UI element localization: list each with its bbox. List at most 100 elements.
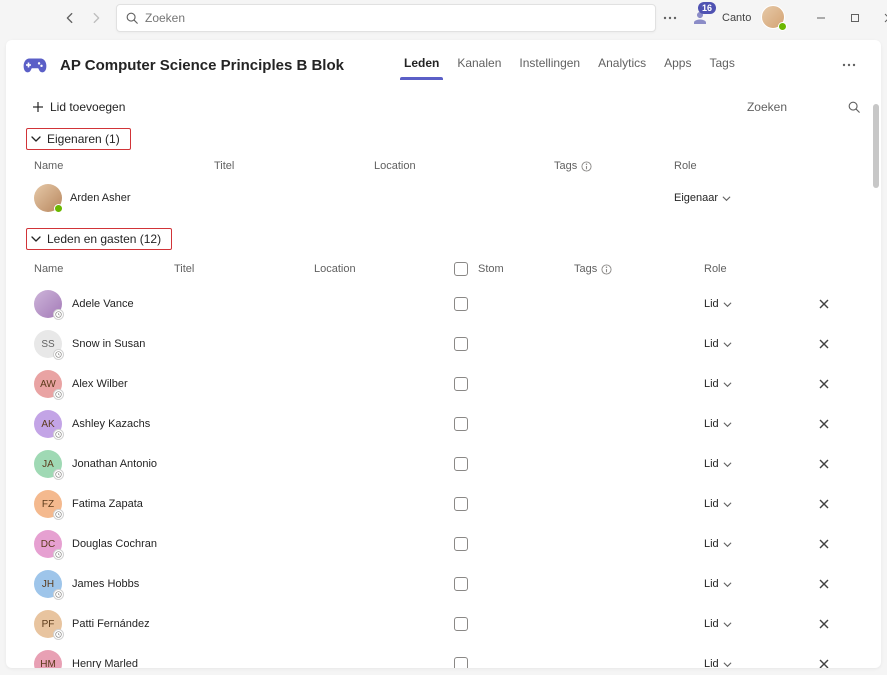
col-location: Location	[374, 160, 554, 172]
member-name-cell[interactable]: DCDouglas Cochran	[34, 530, 174, 558]
search-members[interactable]: Zoeken	[747, 100, 861, 114]
search-icon	[847, 100, 861, 114]
member-name-cell[interactable]: JHJames Hobbs	[34, 570, 174, 598]
mute-all-checkbox[interactable]	[454, 262, 468, 276]
mute-checkbox[interactable]	[454, 497, 468, 511]
nav-arrows	[58, 6, 108, 30]
role-select[interactable]: Lid	[704, 338, 804, 350]
chevron-down-icon	[722, 194, 731, 203]
member-name-cell[interactable]: FZFatima Zapata	[34, 490, 174, 518]
mute-checkbox[interactable]	[454, 617, 468, 631]
chevron-down-icon	[723, 580, 732, 589]
role-select[interactable]: Lid	[704, 498, 804, 510]
remove-member-button[interactable]	[814, 534, 834, 554]
more-menu[interactable]	[662, 10, 678, 26]
member-name-cell[interactable]: AKAshley Kazachs	[34, 410, 174, 438]
tab-kanalen[interactable]: Kanalen	[457, 50, 501, 80]
tab-tags[interactable]: Tags	[709, 50, 734, 80]
team-more-button[interactable]	[833, 53, 865, 77]
role-select[interactable]: Lid	[704, 298, 804, 310]
member-row: Adele Vance Lid	[26, 284, 861, 324]
mute-checkbox[interactable]	[454, 577, 468, 591]
tab-leden[interactable]: Leden	[404, 50, 439, 80]
tab-analytics[interactable]: Analytics	[598, 50, 646, 80]
member-name: Jonathan Antonio	[72, 458, 157, 470]
mute-cell	[454, 657, 574, 668]
member-name: Snow in Susan	[72, 338, 145, 350]
tab-apps[interactable]: Apps	[664, 50, 691, 80]
role-select[interactable]: Lid	[704, 658, 804, 668]
avatar: HM	[34, 650, 62, 668]
member-row: JHJames Hobbs Lid	[26, 564, 861, 604]
mute-checkbox[interactable]	[454, 537, 468, 551]
role-select[interactable]: Lid	[704, 378, 804, 390]
chevron-down-icon	[723, 420, 732, 429]
global-search-input[interactable]	[145, 11, 647, 25]
global-search[interactable]	[116, 4, 656, 32]
clock-icon	[53, 469, 64, 480]
chevron-down-icon	[723, 460, 732, 469]
clock-icon	[53, 629, 64, 640]
remove-member-button[interactable]	[814, 374, 834, 394]
role-select[interactable]: Lid	[704, 418, 804, 430]
mute-checkbox[interactable]	[454, 337, 468, 351]
nav-back-button[interactable]	[58, 6, 82, 30]
member-name-cell[interactable]: JAJonathan Antonio	[34, 450, 174, 478]
remove-member-button[interactable]	[814, 414, 834, 434]
remove-cell	[804, 294, 844, 314]
profile-avatar[interactable]	[761, 5, 787, 31]
add-member-button[interactable]: Lid toevoegen	[26, 96, 131, 118]
remove-cell	[804, 454, 844, 474]
close-icon	[818, 378, 830, 390]
mute-cell	[454, 377, 574, 391]
mute-checkbox[interactable]	[454, 297, 468, 311]
mute-checkbox[interactable]	[454, 377, 468, 391]
scrollbar-thumb[interactable]	[873, 104, 879, 188]
remove-member-button[interactable]	[814, 294, 834, 314]
members-panel: Lid toevoegen Zoeken Eigenaren (1) Name …	[6, 80, 881, 668]
clock-icon	[53, 549, 64, 560]
remove-member-button[interactable]	[814, 614, 834, 634]
member-name-cell[interactable]: PFPatti Fernández	[34, 610, 174, 638]
role-select[interactable]: Lid	[704, 618, 804, 630]
remove-member-button[interactable]	[814, 654, 834, 668]
remove-member-button[interactable]	[814, 494, 834, 514]
close-icon	[818, 538, 830, 550]
col-role: Role	[674, 160, 794, 172]
role-select[interactable]: Lid	[704, 458, 804, 470]
tab-instellingen[interactable]: Instellingen	[519, 50, 580, 80]
avatar	[34, 184, 62, 212]
member-name-cell[interactable]: AWAlex Wilber	[34, 370, 174, 398]
mute-checkbox[interactable]	[454, 457, 468, 471]
avatar: AK	[34, 410, 62, 438]
chevron-down-icon	[723, 380, 732, 389]
role-select[interactable]: Lid	[704, 578, 804, 590]
member-name-cell[interactable]: SSSnow in Susan	[34, 330, 174, 358]
owner-role[interactable]: Eigenaar	[674, 192, 794, 204]
remove-member-button[interactable]	[814, 574, 834, 594]
nav-forward-button[interactable]	[84, 6, 108, 30]
section-members-toggle[interactable]: Leden en gasten (12)	[26, 228, 172, 250]
member-name-cell[interactable]: Adele Vance	[34, 290, 174, 318]
remove-member-button[interactable]	[814, 454, 834, 474]
mute-cell	[454, 497, 574, 511]
owner-name-cell[interactable]: Arden Asher	[34, 184, 214, 212]
mute-checkbox[interactable]	[454, 417, 468, 431]
remove-cell	[804, 414, 844, 434]
col-name: Name	[34, 263, 174, 275]
close-window-button[interactable]	[875, 6, 887, 30]
maximize-button[interactable]	[841, 6, 869, 30]
remove-member-button[interactable]	[814, 334, 834, 354]
member-name-cell[interactable]: HMHenry Marled	[34, 650, 174, 668]
mute-checkbox[interactable]	[454, 657, 468, 668]
section-owners-toggle[interactable]: Eigenaren (1)	[26, 128, 131, 150]
member-name: Douglas Cochran	[72, 538, 157, 550]
owner-row: Arden Asher Eigenaar	[26, 180, 861, 224]
activity-button[interactable]: 16	[688, 6, 712, 30]
member-row: AWAlex Wilber Lid	[26, 364, 861, 404]
role-select[interactable]: Lid	[704, 538, 804, 550]
minimize-button[interactable]	[807, 6, 835, 30]
avatar: AW	[34, 370, 62, 398]
mute-cell	[454, 537, 574, 551]
team-header: AP Computer Science Principles B Blok Le…	[6, 40, 881, 80]
